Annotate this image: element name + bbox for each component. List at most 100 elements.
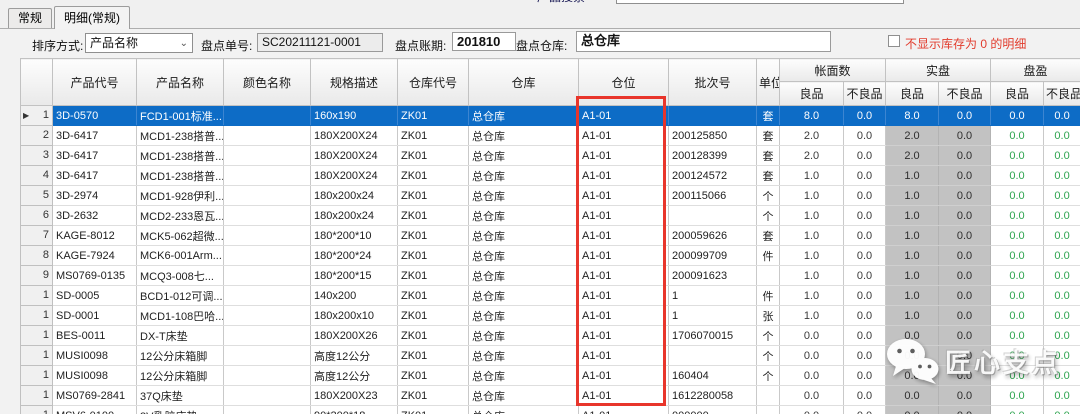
cell-color-name[interactable]	[224, 366, 311, 386]
cell-book-bad[interactable]: 0.0	[844, 186, 886, 206]
cell-product-name[interactable]: 37Q床垫	[137, 386, 224, 406]
cell-actual-good[interactable]: 1.0	[886, 306, 939, 326]
cell-book-good[interactable]: 2.0	[780, 126, 844, 146]
cell-actual-good[interactable]: 1.0	[886, 206, 939, 226]
cell-book-bad[interactable]: 0.0	[844, 206, 886, 226]
cell-unit[interactable]: 套	[757, 146, 780, 166]
cell-gain-good[interactable]: 0.0	[991, 206, 1044, 226]
cell-spec[interactable]: 180x200x24	[311, 206, 398, 226]
cell-spec[interactable]: 140x200	[311, 286, 398, 306]
cell-batch-no[interactable]: 200059626	[669, 226, 757, 246]
cell-book-bad[interactable]: 0.0	[844, 106, 886, 126]
cell-actual-bad[interactable]: 0.0	[939, 406, 991, 414]
cell-product-name[interactable]: FCD1-001标准...	[137, 106, 224, 126]
cell-gain-good[interactable]: 0.0	[991, 106, 1044, 126]
cell-bin[interactable]: A1-01	[579, 146, 669, 166]
cell-actual-bad[interactable]: 0.0	[939, 246, 991, 266]
cell-actual-bad[interactable]: 0.0	[939, 286, 991, 306]
cell-book-good[interactable]: 8.0	[780, 106, 844, 126]
cell-spec[interactable]: 90*200*18	[311, 406, 398, 414]
cell-book-good[interactable]: 0.0	[780, 326, 844, 346]
row-header[interactable]: 2	[21, 126, 53, 146]
cell-spec[interactable]: 180X200X26	[311, 326, 398, 346]
cell-warehouse[interactable]: 总仓库	[469, 266, 579, 286]
cell-spec[interactable]: 高度12公分	[311, 346, 398, 366]
cell-actual-bad[interactable]: 0.0	[939, 226, 991, 246]
cell-gain-bad[interactable]: 0.0	[1044, 146, 1080, 166]
col-header-warehouse[interactable]: 仓库	[469, 59, 579, 106]
group-header-count-gain[interactable]: 盘盈	[991, 59, 1080, 82]
cell-warehouse-code[interactable]: ZK01	[398, 186, 469, 206]
cell-batch-no[interactable]: 1	[669, 306, 757, 326]
cell-bin[interactable]: A1-01	[579, 246, 669, 266]
cell-color-name[interactable]	[224, 346, 311, 366]
row-header[interactable]: 8	[21, 246, 53, 266]
cell-book-bad[interactable]: 0.0	[844, 386, 886, 406]
cell-product-name[interactable]: 12公分床箱脚	[137, 346, 224, 366]
cell-gain-bad[interactable]: 0.0	[1044, 206, 1080, 226]
cell-book-bad[interactable]: 0.0	[844, 406, 886, 414]
col-header-warehouse-code[interactable]: 仓库代号	[398, 59, 469, 106]
cell-unit[interactable]: 套	[757, 106, 780, 126]
cell-unit[interactable]: 个	[757, 186, 780, 206]
cell-book-good[interactable]: 1.0	[780, 226, 844, 246]
cell-actual-bad[interactable]: 0.0	[939, 206, 991, 226]
cell-color-name[interactable]	[224, 126, 311, 146]
cell-bin[interactable]: A1-01	[579, 206, 669, 226]
cell-unit[interactable]: 件	[757, 246, 780, 266]
cell-actual-bad[interactable]: 0.0	[939, 126, 991, 146]
cell-batch-no[interactable]: 200124572	[669, 166, 757, 186]
cell-batch-no[interactable]: 000000	[669, 406, 757, 414]
cell-book-bad[interactable]: 0.0	[844, 146, 886, 166]
cell-warehouse-code[interactable]: ZK01	[398, 306, 469, 326]
col-header-book-good[interactable]: 良品	[780, 82, 844, 106]
row-header[interactable]: 1	[21, 366, 53, 386]
sort-mode-select[interactable]: 产品名称 ⌄	[85, 33, 193, 53]
table-row[interactable]: 63D-2632MCD2-233恩瓦...180x200x24ZK01总仓库A1…	[21, 206, 1080, 226]
cell-warehouse-code[interactable]: ZK01	[398, 246, 469, 266]
cell-unit[interactable]: 套	[757, 226, 780, 246]
cell-unit[interactable]: 件	[757, 286, 780, 306]
cell-product-code[interactable]: MUSI0098	[53, 366, 137, 386]
cell-actual-good[interactable]: 1.0	[886, 186, 939, 206]
row-header[interactable]: 3	[21, 146, 53, 166]
cell-book-good[interactable]: 1.0	[780, 266, 844, 286]
cell-product-code[interactable]: MSV6-0100	[53, 406, 137, 414]
row-header[interactable]: 7	[21, 226, 53, 246]
cell-warehouse-code[interactable]: ZK01	[398, 206, 469, 226]
cell-bin[interactable]: A1-01	[579, 326, 669, 346]
cell-gain-good[interactable]: 0.0	[991, 406, 1044, 414]
cell-product-code[interactable]: 3D-6417	[53, 126, 137, 146]
cell-color-name[interactable]	[224, 266, 311, 286]
cell-actual-good[interactable]: 1.0	[886, 226, 939, 246]
col-header-actual-bad[interactable]: 不良品	[939, 82, 991, 106]
cell-product-name[interactable]: MCD1-238搭普...	[137, 146, 224, 166]
col-header-color-name[interactable]: 颜色名称	[224, 59, 311, 106]
cell-warehouse[interactable]: 总仓库	[469, 386, 579, 406]
hide-zero-stock-checkbox[interactable]	[888, 35, 900, 47]
cell-unit[interactable]: 个	[757, 366, 780, 386]
cell-gain-good[interactable]: 0.0	[991, 286, 1044, 306]
cell-unit[interactable]: 套	[757, 166, 780, 186]
cell-warehouse[interactable]: 总仓库	[469, 366, 579, 386]
cell-book-good[interactable]: 1.0	[780, 206, 844, 226]
cell-gain-bad[interactable]: 0.0	[1044, 106, 1080, 126]
cell-spec[interactable]: 高度12公分	[311, 366, 398, 386]
cell-warehouse-code[interactable]: ZK01	[398, 366, 469, 386]
cell-product-name[interactable]: BCD1-012可调...	[137, 286, 224, 306]
cell-product-name[interactable]: MCQ3-008七...	[137, 266, 224, 286]
row-header[interactable]: 5	[21, 186, 53, 206]
table-row[interactable]: 43D-6417MCD1-238搭普...180X200X24ZK01总仓库A1…	[21, 166, 1080, 186]
table-row[interactable]: 8KAGE-7924MCK6-001Arm...180*200*24ZK01总仓…	[21, 246, 1080, 266]
cell-product-name[interactable]: 8V乳胶床垫	[137, 406, 224, 414]
cell-bin[interactable]: A1-01	[579, 106, 669, 126]
cell-gain-bad[interactable]: 0.0	[1044, 186, 1080, 206]
cell-gain-bad[interactable]: 0.0	[1044, 226, 1080, 246]
row-header[interactable]: 1	[21, 386, 53, 406]
cell-spec[interactable]: 180X200X24	[311, 146, 398, 166]
cell-product-name[interactable]: MCD1-238搭普...	[137, 126, 224, 146]
cell-color-name[interactable]	[224, 286, 311, 306]
cell-actual-bad[interactable]: 0.0	[939, 386, 991, 406]
col-header-gain-bad[interactable]: 不良品	[1044, 82, 1080, 106]
table-row[interactable]: 33D-6417MCD1-238搭普...180X200X24ZK01总仓库A1…	[21, 146, 1080, 166]
